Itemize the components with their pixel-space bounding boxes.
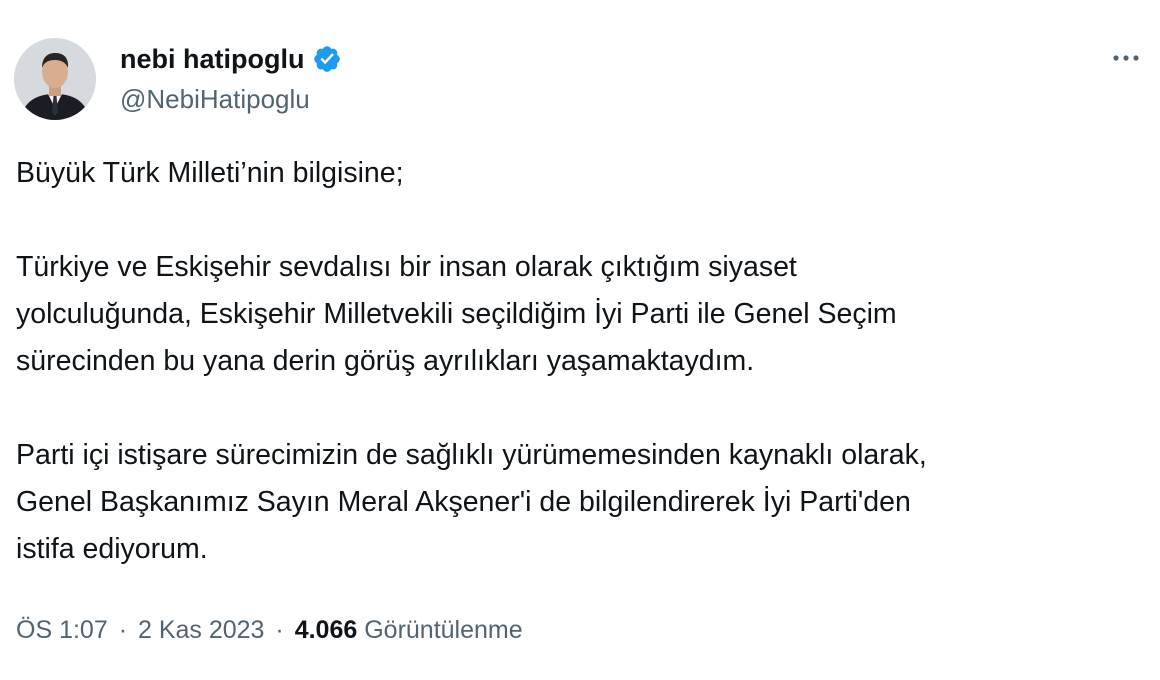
views-label: Görüntülenme <box>364 616 523 644</box>
more-button[interactable] <box>1108 44 1144 72</box>
display-name[interactable]: nebi hatipoglu <box>120 42 304 76</box>
verified-badge-icon[interactable] <box>312 44 342 74</box>
tweet-line: istifa ediyorum. <box>16 533 208 565</box>
tweet-meta: ÖS 1:07 · 2 Kas 2023 · 4.066 Görüntülenm… <box>16 612 523 648</box>
timestamp-time[interactable]: ÖS 1:07 <box>16 616 108 644</box>
avatar[interactable] <box>14 38 96 120</box>
tweet-line: sürecinden bu yana derin görüş ayrılıkla… <box>16 345 755 377</box>
tweet-line: Parti içi istişare sürecimizin de sağlık… <box>16 439 927 471</box>
profile-photo-icon <box>14 38 96 120</box>
tweet: nebi hatipoglu @NebiHatipoglu Büyük Türk… <box>0 0 1160 680</box>
timestamp-date[interactable]: 2 Kas 2023 <box>138 616 265 644</box>
tweet-line: yolculuğunda, Eskişehir Milletvekili seç… <box>16 298 897 330</box>
tweet-line: Büyük Türk Milleti’nin bilgisine; <box>16 157 404 189</box>
meta-separator: · <box>275 616 284 644</box>
author-handle[interactable]: @NebiHatipoglu <box>120 82 310 116</box>
meta-separator: · <box>118 616 128 644</box>
tweet-line: Türkiye ve Eskişehir sevdalısı bir insan… <box>16 251 797 283</box>
author-name-row: nebi hatipoglu <box>120 42 342 76</box>
tweet-line: Genel Başkanımız Sayın Meral Akşener'i d… <box>16 486 911 518</box>
more-horizontal-icon <box>1113 55 1139 61</box>
tweet-text: Büyük Türk Milleti’nin bilgisine; Türkiy… <box>16 150 1136 573</box>
views-count[interactable]: 4.066 <box>295 616 358 644</box>
